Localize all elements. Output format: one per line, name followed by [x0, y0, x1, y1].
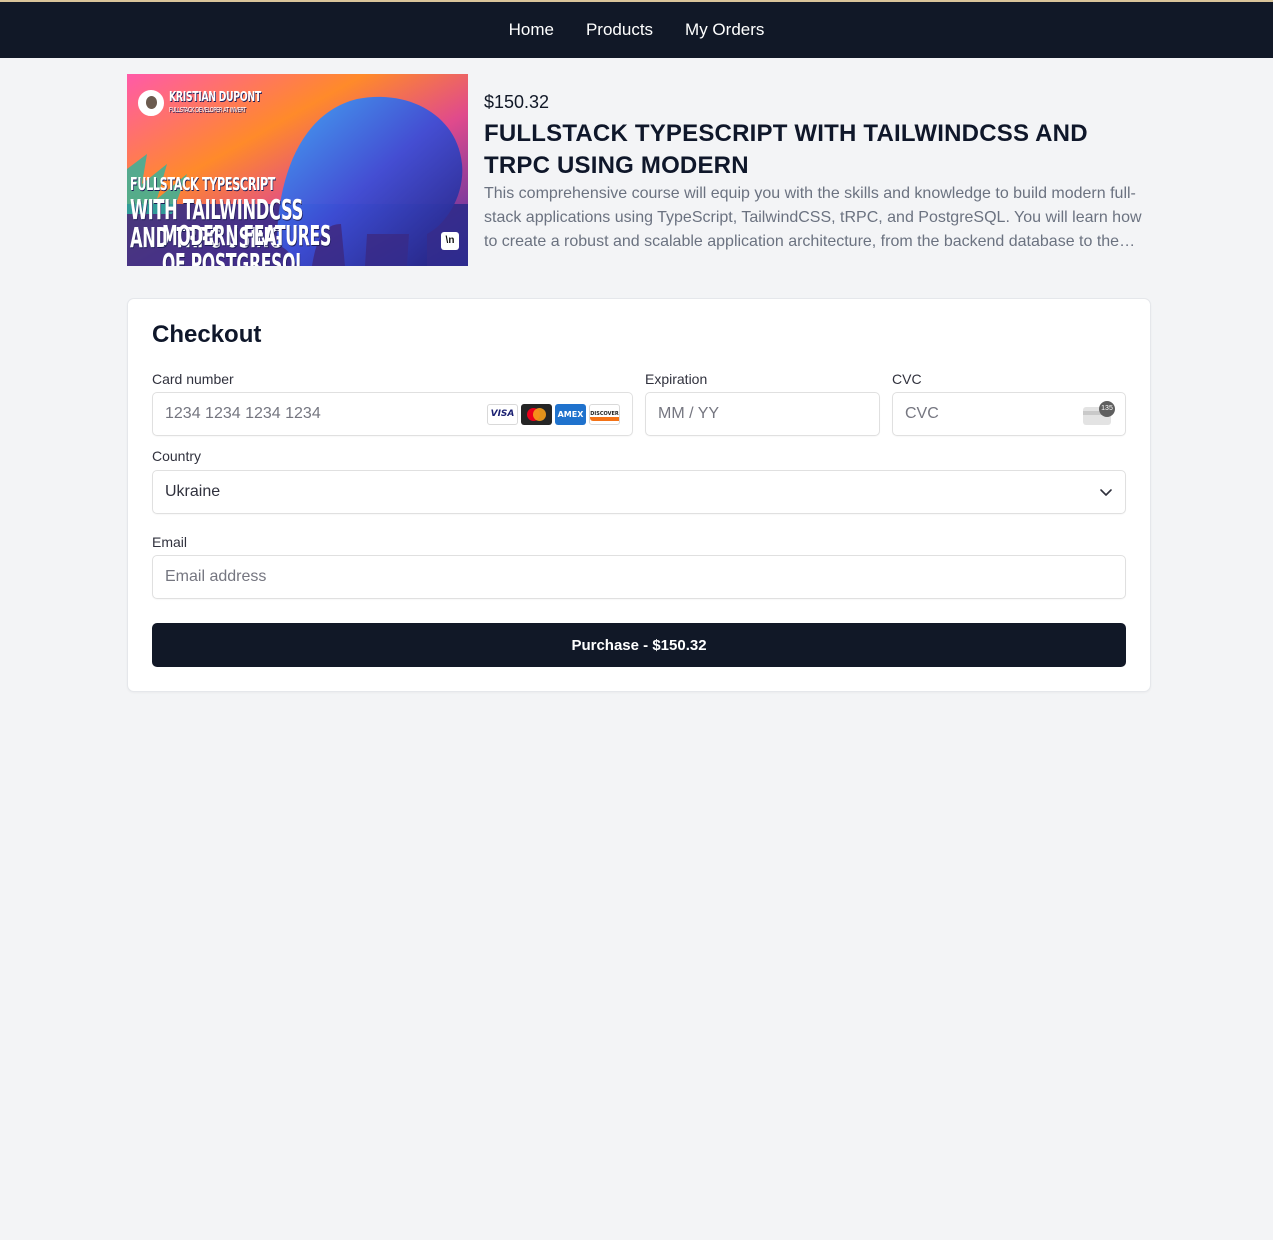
- cvc-input[interactable]: [905, 405, 1083, 423]
- card-number-field: VISA AMEX DISCOVER: [152, 392, 633, 436]
- discover-icon: DISCOVER: [589, 403, 620, 425]
- expiration-field: [645, 392, 880, 436]
- nav-my-orders-link[interactable]: My Orders: [685, 20, 764, 40]
- email-label: Email: [152, 534, 188, 550]
- product-price: $150.32: [484, 92, 550, 112]
- email-input[interactable]: [165, 568, 1113, 586]
- thumbnail-title-line-1: FULLSTACK TYPESCRIPT: [130, 174, 276, 195]
- thumbnail-title-line-3: MODERN FEATURES OF POSTGRESQL: [162, 219, 331, 267]
- card-brand-logos: VISA AMEX DISCOVER: [487, 403, 620, 425]
- expiration-input[interactable]: [658, 405, 867, 423]
- author-avatar: [138, 90, 164, 116]
- mastercard-icon: [521, 403, 552, 425]
- top-navigation: Home Products My Orders: [0, 0, 1273, 58]
- visa-icon: VISA: [487, 403, 518, 425]
- amex-icon: AMEX: [555, 403, 586, 425]
- country-selected-value: Ukraine: [165, 483, 221, 500]
- product-description: This comprehensive course will equip you…: [484, 185, 1142, 250]
- purchase-button[interactable]: Purchase - $150.32: [152, 623, 1126, 667]
- chevron-down-icon: [1100, 489, 1112, 496]
- thumbnail-author: KRISTIAN DUPONT: [169, 90, 261, 105]
- country-select[interactable]: Ukraine: [152, 470, 1126, 514]
- card-number-input[interactable]: [165, 405, 487, 423]
- card-number-label: Card number: [152, 371, 234, 387]
- nav-home-link[interactable]: Home: [509, 20, 554, 40]
- product-summary: KRISTIAN DUPONT FULLSTACK DEVELOPER AT I…: [127, 74, 1151, 266]
- cvc-label: CVC: [892, 371, 922, 387]
- product-title: FULLSTACK TYPESCRIPT WITH TAILWINDCSS AN…: [484, 120, 1088, 179]
- cvc-icon-number: 135: [1099, 401, 1115, 417]
- cvc-field: 135: [892, 392, 1126, 436]
- expiration-label: Expiration: [645, 371, 708, 387]
- checkout-heading: Checkout: [152, 321, 262, 348]
- product-thumbnail: KRISTIAN DUPONT FULLSTACK DEVELOPER AT I…: [127, 74, 468, 266]
- thumbnail-author-subtitle: FULLSTACK DEVELOPER AT INVERT: [169, 106, 246, 114]
- cvc-card-icon: 135: [1083, 401, 1115, 425]
- email-field: [152, 555, 1126, 599]
- nav-products-link[interactable]: Products: [586, 20, 653, 40]
- country-label: Country: [152, 448, 202, 464]
- publisher-logo-icon: \n: [441, 232, 459, 250]
- checkout-card: Checkout Card number VISA AMEX DISCOVER …: [127, 298, 1151, 692]
